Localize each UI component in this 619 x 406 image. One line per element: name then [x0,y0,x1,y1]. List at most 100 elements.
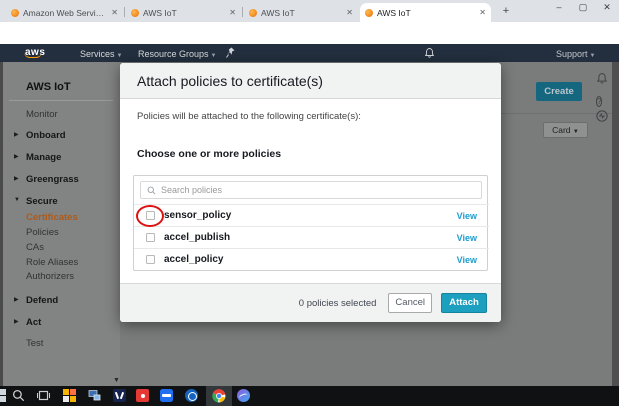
page-scrollbar[interactable] [612,62,619,386]
policy-name: sensor_policy [164,210,232,221]
screen: Amazon Web Services Sign-In ✕ AWS IoT ✕ … [0,0,619,406]
sidebar-item-onboard[interactable]: Onboard [26,130,66,141]
search-icon [147,186,156,194]
card-view-label: Card [552,125,571,135]
view-policy-link[interactable]: View [457,211,477,221]
aws-console-navbar: aws Services ▼ Resource Groups ▼ Support ▼ [0,44,619,62]
attach-button[interactable]: Attach [441,293,487,313]
modal-header: Attach policies to certificate(s) [120,63,501,99]
alerts-bell-icon[interactable] [596,72,609,85]
remote-desktop-icon[interactable] [88,389,102,403]
nav-services-menu[interactable]: Services ▼ [80,49,122,59]
tab-close-icon[interactable]: ✕ [346,9,353,17]
sidebar-item-certificates[interactable]: Certificates [26,212,78,223]
chevron-right-icon: ▶ [14,297,19,303]
tab-close-icon[interactable]: ✕ [229,9,236,17]
chrome-icon[interactable] [212,389,226,403]
cancel-button[interactable]: Cancel [388,293,432,313]
nav-bell-icon[interactable] [424,47,435,61]
sidebar-title: AWS IoT [26,81,71,93]
aws-favicon-icon [365,8,373,17]
new-tab-button[interactable]: + [499,4,513,18]
browser-tab-strip: Amazon Web Services Sign-In ✕ AWS IoT ✕ … [0,0,619,22]
aws-favicon-icon [131,9,139,17]
chevron-down-icon: ▼ [589,52,596,59]
modal-description: Policies will be attached to the followi… [137,111,361,122]
sidebar-item-authorizers[interactable]: Authorizers [26,271,74,282]
aws-favicon-icon [249,9,257,17]
sidebar-item-policies[interactable]: Policies [26,227,59,238]
sidebar-item-greengrass[interactable]: Greengrass [26,174,79,185]
chevron-down-icon: ▼ [572,129,579,135]
policy-search [140,181,482,199]
start-icon[interactable] [0,389,7,403]
policy-name: accel_policy [164,254,224,265]
tab-aws-signin[interactable]: Amazon Web Services Sign-In ✕ [6,4,123,22]
pin-icon[interactable] [226,47,235,60]
paint-app-icon[interactable] [237,389,251,403]
feedback-pulse-icon[interactable] [596,109,609,122]
sidebar-scroll-down-icon[interactable]: ▼ [113,377,120,384]
recorder-icon[interactable] [136,389,150,403]
sidebar-item-test[interactable]: Test [26,338,43,349]
policy-checkbox[interactable] [146,255,155,264]
tab-close-icon[interactable]: ✕ [479,8,486,17]
tab-title: AWS IoT [143,8,177,18]
help-icon[interactable]: ? [596,91,609,107]
browser-app-icon[interactable] [185,389,199,403]
policy-name: accel_publish [164,232,231,243]
tab-aws-iot-active[interactable]: AWS IoT ✕ [360,3,491,22]
tab-aws-iot-2[interactable]: AWS IoT ✕ [244,4,358,22]
tab-title: AWS IoT [261,8,295,18]
browser-toolbar: ← → ⟳ console.aws.amazon.com/iot/home?re… [0,22,619,64]
policy-checkbox[interactable] [146,233,155,242]
sidebar-item-cas[interactable]: CAs [26,242,44,253]
tab-aws-iot-1[interactable]: AWS IoT ✕ [126,4,241,22]
nav-resource-groups-menu[interactable]: Resource Groups ▼ [138,49,217,59]
nav-resource-groups-label: Resource Groups [138,48,209,59]
card-view-dropdown[interactable]: Card ▼ [543,122,588,138]
teamviewer-icon[interactable] [160,389,174,403]
view-policy-link[interactable]: View [457,233,477,243]
chevron-right-icon: ▶ [14,176,19,182]
window-maximize-button[interactable]: ▢ [572,0,594,15]
search-icon[interactable] [12,389,26,403]
modal-footer: 0 policies selected Cancel Attach [120,283,501,322]
task-view-icon[interactable] [37,389,51,403]
apps-grid-icon[interactable] [63,389,77,403]
sidebar-item-monitor[interactable]: Monitor [26,109,58,120]
window-close-button[interactable]: ✕ [596,0,618,15]
vnc-viewer-icon[interactable] [113,389,127,403]
sidebar: AWS IoT Monitor ▶ Onboard ▶ Manage ▶ Gre… [3,62,120,386]
selected-count-status: 0 policies selected [298,297,377,309]
chevron-right-icon: ▶ [14,319,19,325]
create-button[interactable]: Create [536,82,582,101]
divider [9,100,113,101]
tab-close-icon[interactable]: ✕ [111,9,118,17]
windows-taskbar [0,386,619,406]
view-policy-link[interactable]: View [457,255,477,265]
window-minimize-button[interactable]: – [548,0,570,15]
search-input[interactable] [161,185,481,195]
chevron-right-icon: ▶ [14,154,19,160]
attach-policies-modal: Attach policies to certificate(s) Polici… [120,63,501,322]
sidebar-item-role-aliases[interactable]: Role Aliases [26,257,78,268]
sidebar-item-defend[interactable]: Defend [26,295,58,306]
policy-row-accel-publish[interactable]: accel_publish View [134,226,489,248]
nav-support-menu[interactable]: Support ▼ [556,49,595,59]
choose-policies-heading: Choose one or more policies [137,148,282,160]
policy-row-sensor-policy[interactable]: sensor_policy View [134,204,489,226]
tab-separator [124,7,125,17]
nav-services-label: Services [80,48,115,59]
chevron-down-icon: ▼ [116,52,123,59]
sidebar-item-secure[interactable]: Secure [26,196,58,207]
aws-favicon-icon [11,9,19,17]
chevron-down-icon: ▼ [210,52,217,59]
policy-checkbox[interactable] [146,211,155,220]
policy-row-accel-policy[interactable]: accel_policy View [134,248,489,270]
chevron-down-icon: ▼ [14,197,20,203]
modal-title: Attach policies to certificate(s) [137,73,323,89]
sidebar-item-manage[interactable]: Manage [26,152,61,163]
sidebar-item-act[interactable]: Act [26,317,41,328]
policy-list-box: sensor_policy View accel_publish View ac… [133,175,489,271]
